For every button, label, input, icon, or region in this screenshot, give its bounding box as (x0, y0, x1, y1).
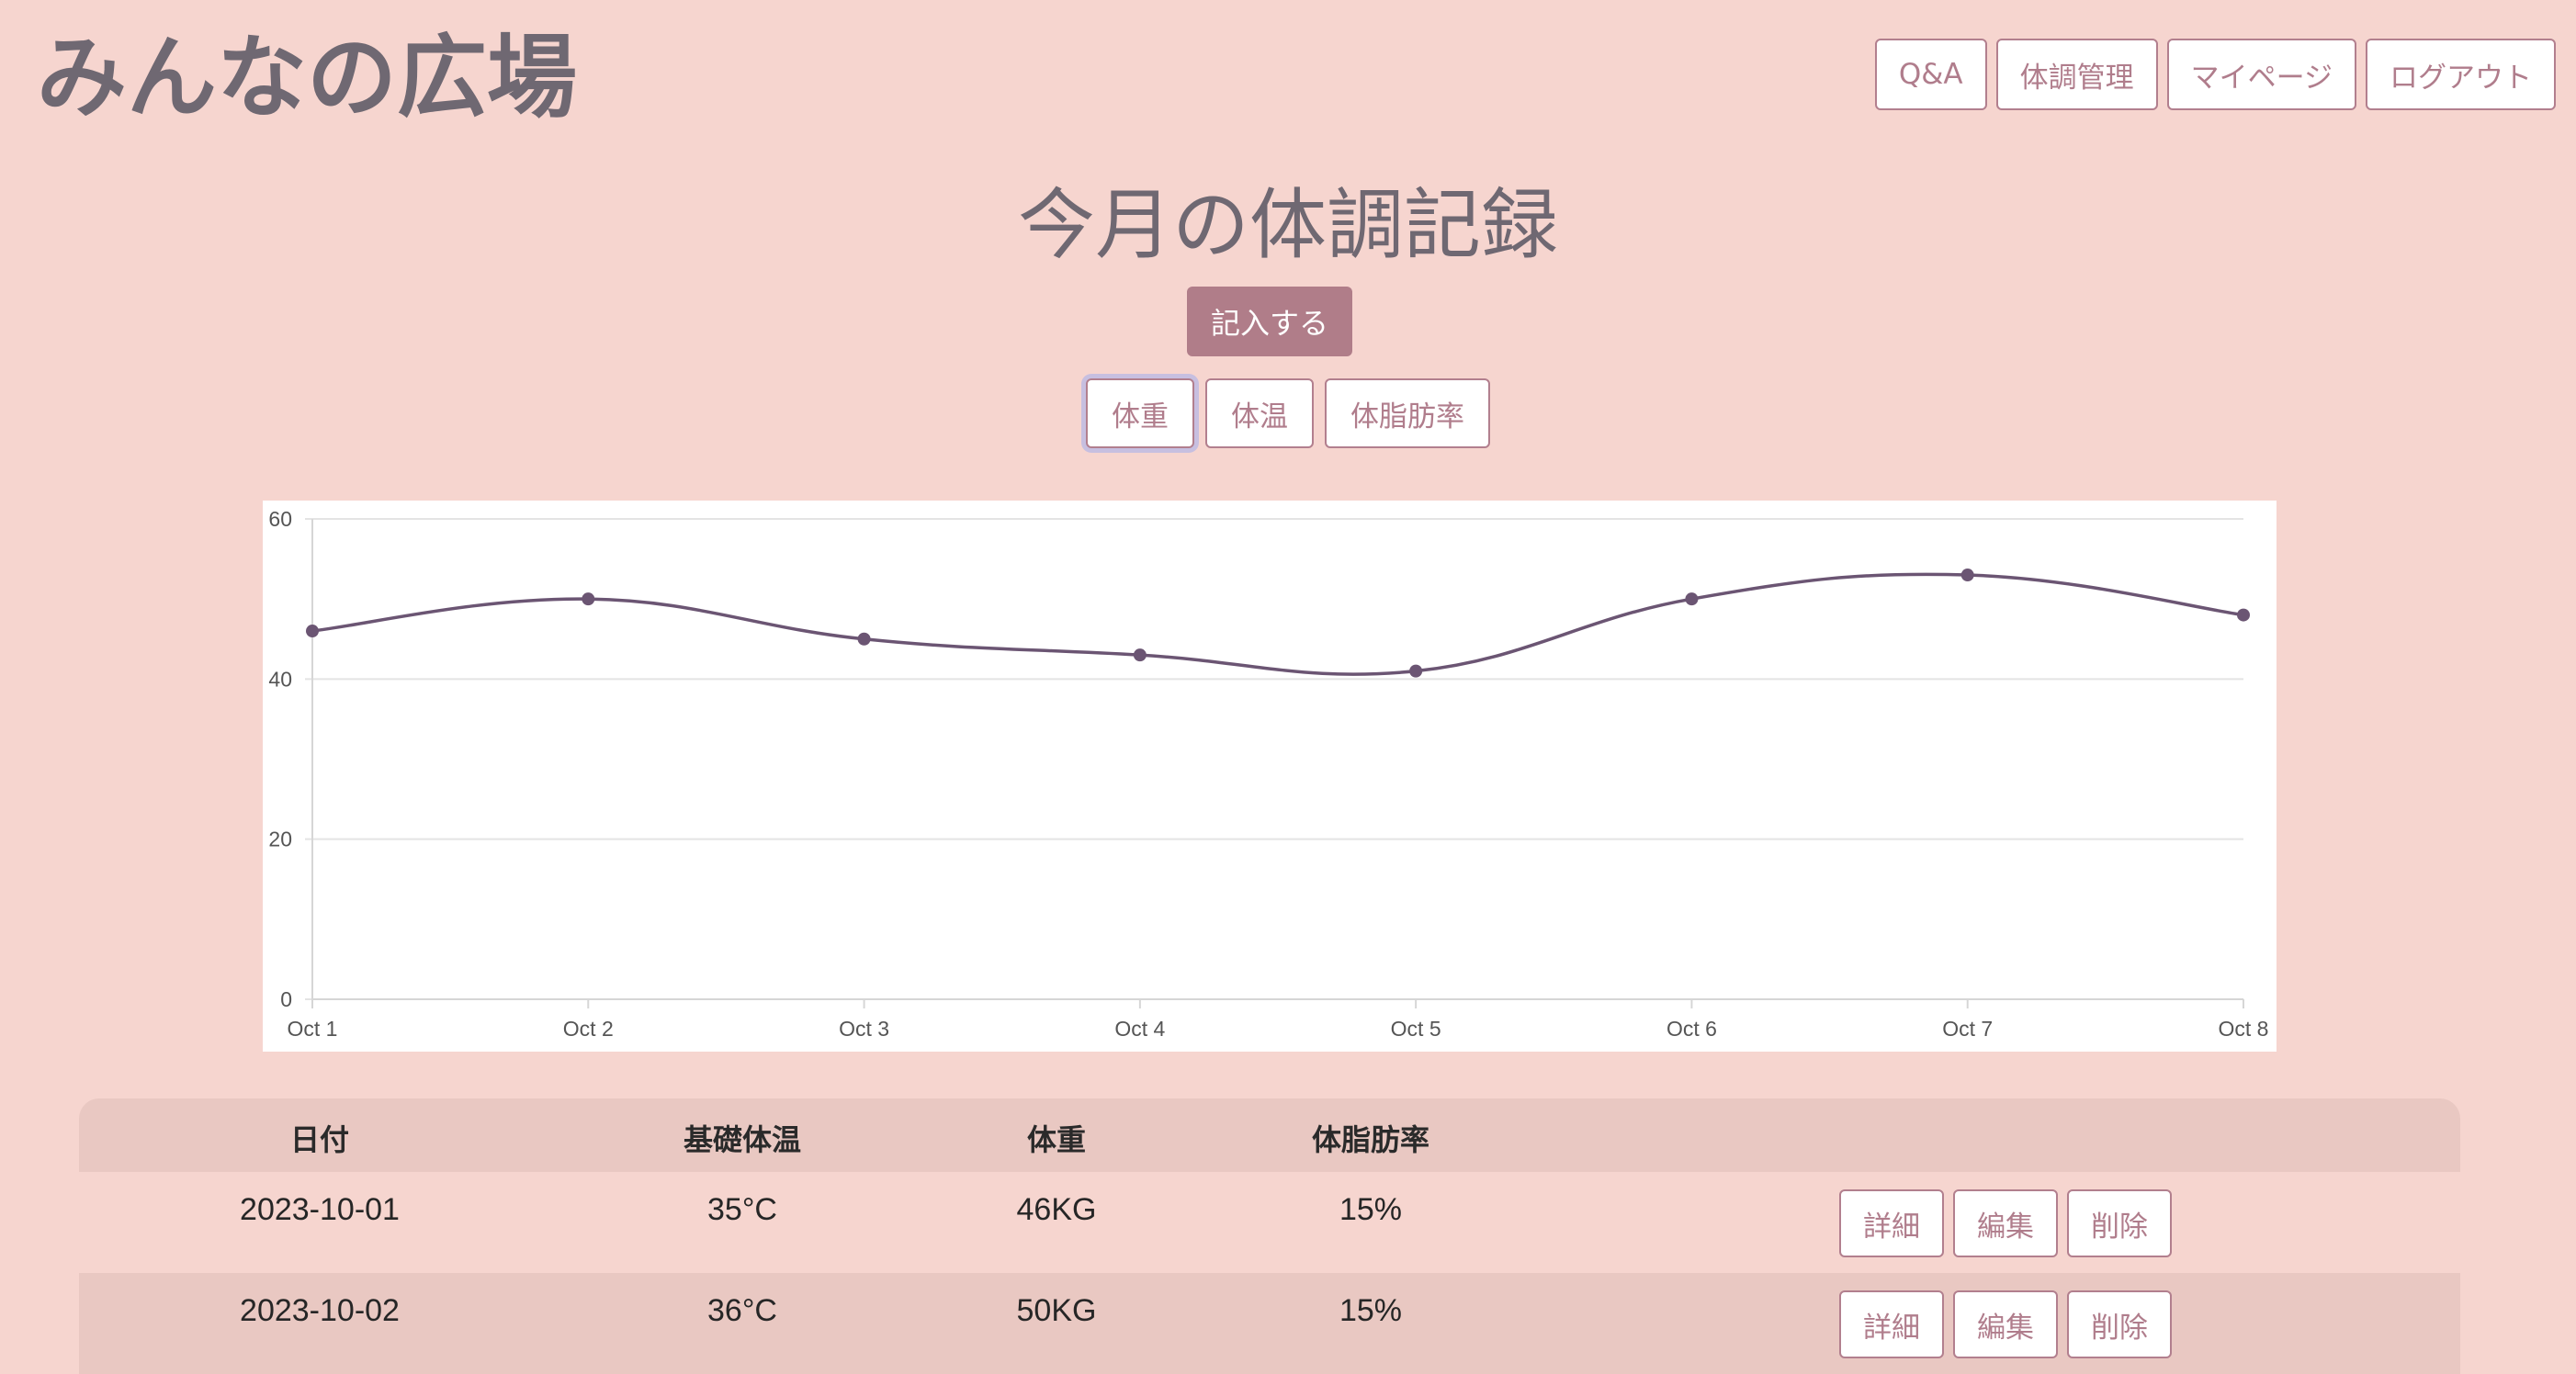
logout-nav-button[interactable]: ログアウト (2366, 39, 2556, 110)
health-management-nav-button[interactable]: 体調管理 (1995, 39, 2158, 110)
site-title: みんなの広場 (37, 26, 578, 130)
row-date: 2023-10-01 (240, 1192, 400, 1227)
page-title: 今月の体調記録 (1017, 180, 1558, 270)
x-tick-label: Oct 4 (1114, 1017, 1165, 1041)
row-weight: 50KG (1016, 1293, 1097, 1328)
x-tick-label: Oct 3 (839, 1017, 889, 1041)
x-tick-label: Oct 7 (1942, 1017, 1993, 1041)
weight-chart: 0 20 40 60 Oct 1 Oct 2 Oct 3 Oct 4 Oct 5 Oct 6 Oct… (263, 501, 2277, 1052)
row-body-fat: 15% (1339, 1192, 1403, 1227)
data-point (2237, 608, 2250, 622)
row-actions: 詳細 編集 削除 (1839, 1189, 2172, 1257)
x-tick-label: Oct 1 (288, 1017, 338, 1041)
data-point (857, 632, 871, 646)
x-tick-label: Oct 8 (2219, 1017, 2269, 1041)
data-point (1960, 569, 1974, 582)
edit-button[interactable]: 編集 (1953, 1290, 2058, 1358)
header-basal-temp: 基礎体温 (683, 1123, 802, 1156)
data-point (1409, 664, 1423, 678)
edit-button[interactable]: 編集 (1953, 1189, 2058, 1257)
data-point (306, 625, 319, 638)
delete-button[interactable]: 削除 (2067, 1290, 2172, 1358)
row-basal-temp: 35°C (707, 1192, 777, 1227)
chart-svg: 0 20 40 60 Oct 1 Oct 2 Oct 3 Oct 4 Oct 5 Oct 6 Oct… (268, 507, 2269, 1041)
table-header: 日付 基礎体温 体重 体脂肪率 (79, 1098, 2460, 1172)
row-date: 2023-10-02 (240, 1293, 400, 1328)
tab-temperature[interactable]: 体温 (1205, 378, 1314, 448)
header-weight: 体重 (1026, 1123, 1087, 1156)
x-tick-label: Oct 6 (1666, 1017, 1717, 1041)
tab-body-fat[interactable]: 体脂肪率 (1325, 378, 1490, 448)
row-body-fat: 15% (1339, 1293, 1403, 1328)
y-tick-label: 20 (268, 828, 292, 851)
add-record-button[interactable]: 記入する (1187, 287, 1352, 356)
y-tick-label: 40 (268, 667, 292, 691)
row-actions: 詳細 編集 削除 (1839, 1290, 2172, 1358)
data-point (582, 592, 595, 606)
y-tick-label: 60 (268, 507, 292, 531)
y-tick-label: 0 (280, 987, 292, 1011)
tab-weight[interactable]: 体重 (1086, 378, 1194, 448)
qa-nav-button[interactable]: Q&A (1874, 39, 1987, 110)
detail-button[interactable]: 詳細 (1839, 1189, 1944, 1257)
detail-button[interactable]: 詳細 (1839, 1290, 1944, 1358)
row-weight: 46KG (1016, 1192, 1097, 1227)
series-line (311, 572, 2244, 676)
header-body-fat: 体脂肪率 (1311, 1123, 1430, 1156)
row-basal-temp: 36°C (707, 1293, 777, 1328)
delete-button[interactable]: 削除 (2067, 1189, 2172, 1257)
metric-tabs: 体重 体温 体脂肪率 (0, 378, 2576, 448)
mypage-nav-button[interactable]: マイページ (2166, 39, 2356, 110)
x-tick-label: Oct 5 (1391, 1017, 1441, 1041)
data-point (1133, 648, 1147, 662)
top-nav: Q&A 体調管理 マイページ ログアウト (1874, 39, 2556, 110)
data-point (1685, 592, 1699, 606)
header-date: 日付 (289, 1123, 350, 1156)
x-tick-label: Oct 2 (563, 1017, 614, 1041)
